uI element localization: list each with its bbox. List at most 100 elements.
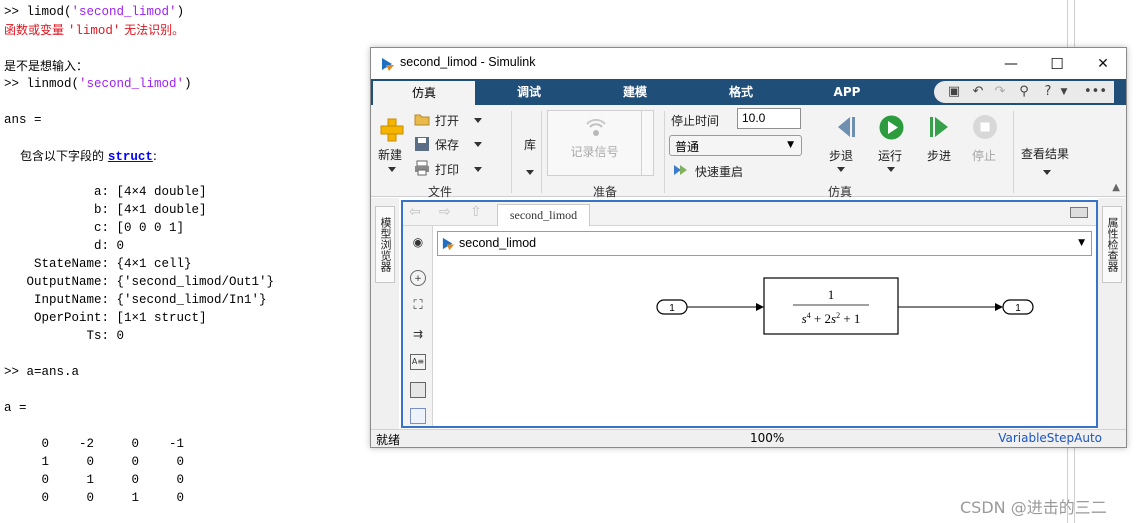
chevron-down-icon[interactable] bbox=[526, 170, 534, 175]
annotation-icon[interactable]: A≡ bbox=[410, 354, 426, 370]
ribbon-divider bbox=[541, 111, 542, 193]
chevron-down-icon[interactable] bbox=[887, 167, 895, 172]
fast-restart-button[interactable]: 快速重启 bbox=[695, 163, 743, 180]
record-signal-label: 记录信号 bbox=[570, 145, 619, 159]
tab-apps[interactable]: APP bbox=[797, 79, 897, 105]
ribbon-tab-bar: 仿真 调试 建模 格式 APP ▣ ↶ ↷ ⚲ ? ▼ ••• bbox=[371, 79, 1126, 105]
redo-icon[interactable]: ↷ bbox=[992, 84, 1008, 100]
model-path-bar[interactable]: second_limod ▼ bbox=[437, 231, 1092, 256]
chevron-down-icon: ▼ bbox=[787, 140, 794, 150]
navigation-row: ⇦ ⇨ ⇧ second_limod bbox=[403, 202, 1096, 226]
fast-restart-icon bbox=[674, 165, 687, 175]
zoom-icon[interactable]: + bbox=[410, 270, 426, 286]
command-window[interactable]: >> limod('second_limod') 函数或变量 'limod' 无… bbox=[0, 0, 370, 523]
chevron-down-icon[interactable] bbox=[474, 142, 482, 147]
close-button[interactable]: ✕ bbox=[1080, 48, 1126, 79]
simulation-mode-select[interactable]: 普通 ▼ bbox=[669, 135, 802, 156]
hide-browser-icon[interactable]: ◉ bbox=[410, 234, 426, 250]
diagram-svg: 1 1 s4 + 2s2 + 1 1 bbox=[656, 277, 1034, 335]
tf-denominator: s4 + 2s2 + 1 bbox=[802, 311, 861, 326]
struct-text: : bbox=[152, 149, 157, 163]
struct-field: c: [0 0 0 1] bbox=[4, 221, 185, 235]
model-editor: ⇦ ⇨ ⇧ second_limod ◉ + ⛶ ⇉ A≡ second_lim… bbox=[401, 200, 1098, 428]
chevron-down-icon[interactable] bbox=[474, 167, 482, 172]
fit-to-view-icon[interactable]: ⛶ bbox=[410, 298, 426, 314]
minimize-icon: — bbox=[1004, 55, 1018, 72]
title-bar[interactable]: second_limod - Simulink — ☐ ✕ bbox=[371, 48, 1126, 79]
solver-link[interactable]: VariableStepAuto bbox=[998, 431, 1102, 445]
left-panel-strip: 模型浏览器 bbox=[371, 198, 399, 431]
struct-field: a: [4×4 double] bbox=[4, 185, 207, 199]
help-icon[interactable]: ? bbox=[1040, 84, 1056, 100]
simulink-window: second_limod - Simulink — ☐ ✕ 仿真 调试 建模 格… bbox=[370, 47, 1127, 448]
struct-text: 包含以下字段的 bbox=[20, 149, 108, 163]
up-arrow-icon[interactable]: ⇧ bbox=[470, 204, 482, 220]
area-icon[interactable] bbox=[410, 408, 426, 424]
tab-debug[interactable]: 调试 bbox=[479, 79, 579, 105]
tab-format[interactable]: 格式 bbox=[691, 79, 791, 105]
review-results-button[interactable]: 查看结果 bbox=[1021, 145, 1069, 162]
prompt: >> bbox=[4, 5, 27, 19]
inport-label: 1 bbox=[669, 303, 675, 314]
library-button[interactable]: 库 bbox=[524, 136, 536, 153]
chevron-down-icon[interactable]: ▼ bbox=[1056, 84, 1072, 100]
search-icon[interactable]: ⚲ bbox=[1016, 84, 1032, 100]
status-bar: 就绪 100% VariableStepAuto bbox=[371, 429, 1126, 447]
command-line: >> a=ans.a bbox=[4, 365, 80, 379]
model-tab[interactable]: second_limod bbox=[497, 204, 590, 226]
step-back-button[interactable]: 步退 bbox=[829, 147, 853, 164]
suggestion-text: 是不是想输入： bbox=[4, 59, 89, 73]
chevron-down-icon[interactable] bbox=[388, 167, 396, 172]
error-message: 函数或变量 'limod' 无法识别。 bbox=[4, 21, 184, 40]
stop-icon[interactable] bbox=[972, 114, 998, 140]
undo-icon[interactable]: ↶ bbox=[970, 84, 986, 100]
chevron-down-icon[interactable] bbox=[1043, 170, 1051, 175]
struct-field: StateName: {4×1 cell} bbox=[4, 257, 192, 271]
save-icon[interactable]: ▣ bbox=[946, 84, 962, 100]
gallery-scroll[interactable] bbox=[642, 110, 654, 176]
status-ready: 就绪 bbox=[376, 433, 401, 447]
print-button[interactable]: 打印 bbox=[435, 161, 459, 178]
back-arrow-icon[interactable]: ⇦ bbox=[409, 204, 421, 220]
chevron-down-icon[interactable] bbox=[474, 118, 482, 123]
tab-modeling[interactable]: 建模 bbox=[585, 79, 685, 105]
record-signal-gallery[interactable]: 记录信号 bbox=[547, 110, 642, 176]
chevron-down-icon[interactable]: ▼ bbox=[1078, 238, 1085, 248]
more-icon[interactable]: ••• bbox=[1084, 84, 1107, 100]
chevron-down-icon[interactable] bbox=[837, 167, 845, 172]
error-text: 函数或变量 bbox=[4, 23, 68, 37]
model-browser-tab[interactable]: 模型浏览器 bbox=[375, 206, 395, 283]
save-button[interactable]: 保存 bbox=[435, 136, 459, 153]
step-forward-icon[interactable] bbox=[927, 114, 953, 140]
forward-arrow-icon[interactable]: ⇨ bbox=[439, 204, 451, 220]
open-button[interactable]: 打开 bbox=[435, 112, 459, 129]
maximize-button[interactable]: ☐ bbox=[1034, 48, 1080, 79]
simulation-mode-value: 普通 bbox=[675, 140, 700, 154]
matrix-row: 0 1 0 0 bbox=[4, 473, 185, 487]
stop-time-input[interactable]: 10.0 bbox=[737, 108, 801, 129]
keyboard-icon[interactable] bbox=[1070, 207, 1088, 218]
step-forward-button[interactable]: 步进 bbox=[927, 147, 951, 164]
block-diagram-canvas[interactable]: 1 1 s4 + 2s2 + 1 1 bbox=[434, 258, 1094, 426]
step-back-icon[interactable] bbox=[832, 114, 858, 140]
run-play-icon[interactable] bbox=[878, 114, 905, 141]
ribbon-divider bbox=[511, 111, 512, 193]
arrowhead-icon bbox=[756, 303, 764, 311]
stop-time-label: 停止时间 bbox=[671, 114, 720, 128]
window-title: second_limod - Simulink bbox=[400, 55, 536, 69]
struct-link[interactable]: struct bbox=[108, 150, 153, 164]
canvas-toolbar: ◉ + ⛶ ⇉ A≡ bbox=[403, 226, 433, 426]
image-icon[interactable] bbox=[410, 382, 426, 398]
property-inspector-tab[interactable]: 属性检查器 bbox=[1102, 206, 1122, 283]
section-prepare-label: 准备 bbox=[593, 185, 618, 199]
new-plus-icon[interactable] bbox=[379, 117, 405, 143]
command-text: linmod( bbox=[26, 77, 80, 91]
collapse-ribbon-icon[interactable]: ▲ bbox=[1112, 182, 1120, 193]
signal-routing-icon[interactable]: ⇉ bbox=[410, 326, 426, 342]
minimize-button[interactable]: — bbox=[988, 48, 1034, 79]
matrix-row: 0 -2 0 -1 bbox=[4, 437, 185, 451]
tab-simulation[interactable]: 仿真 bbox=[373, 81, 475, 105]
new-button[interactable]: 新建 bbox=[378, 146, 402, 163]
run-button[interactable]: 运行 bbox=[878, 147, 902, 164]
stop-button[interactable]: 停止 bbox=[972, 147, 996, 164]
